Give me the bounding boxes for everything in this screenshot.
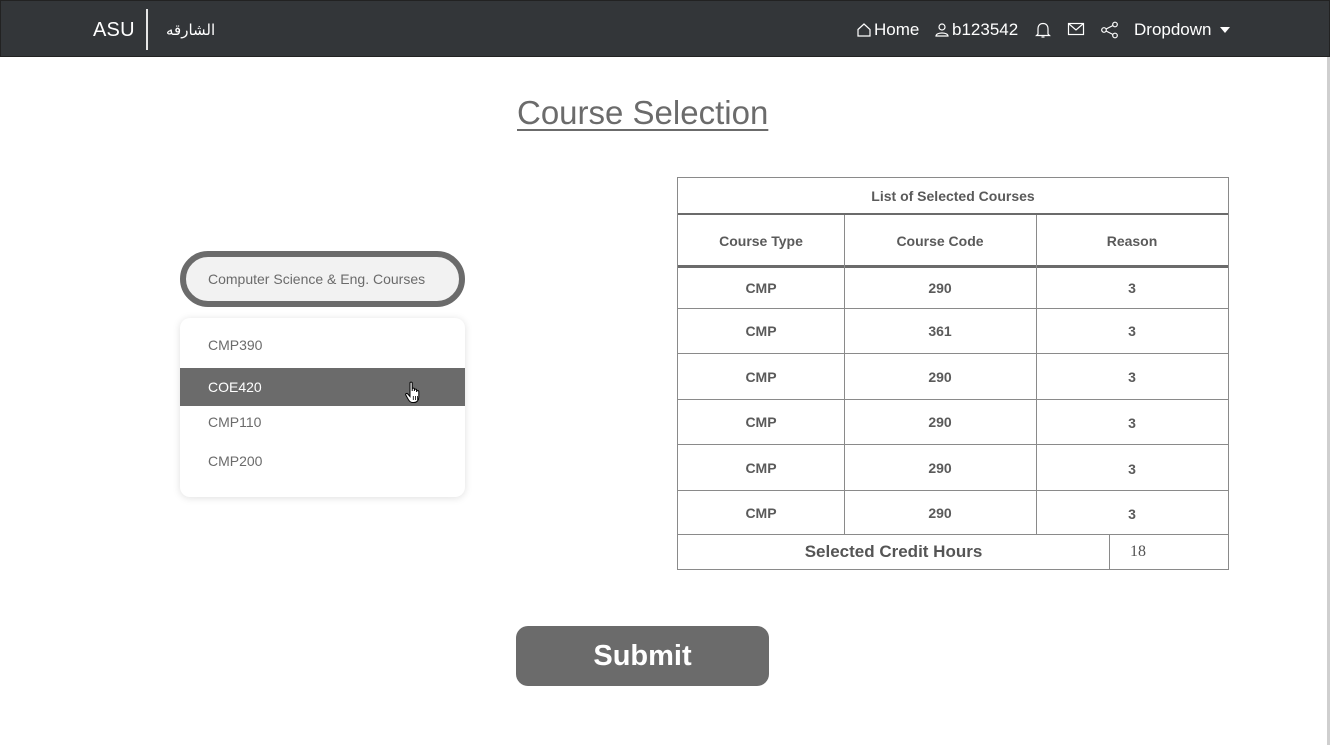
table-cell-reason: 3 — [1128, 505, 1136, 522]
table-cell-reason: 3 — [1128, 368, 1136, 385]
table-cell-type: CMP — [745, 323, 777, 339]
table-cell-code: 290 — [928, 368, 952, 385]
header-reason: Reason — [1106, 232, 1158, 249]
share-icon[interactable] — [1100, 21, 1119, 44]
nav-dropdown-toggle[interactable]: Dropdown — [1134, 20, 1230, 40]
home-icon — [856, 22, 872, 38]
page-title: Course Selection — [517, 94, 769, 131]
bell-icon[interactable] — [1035, 21, 1051, 44]
brand-logo[interactable]: ASU — [93, 19, 135, 42]
nav-home-link[interactable]: Home — [856, 20, 919, 40]
caret-down-icon — [1219, 27, 1230, 33]
table-cell-code: 290 — [928, 414, 952, 430]
table-cell-code: 290 — [928, 504, 952, 521]
table-cell-type: CMP — [745, 414, 777, 430]
option-cmp200[interactable]: CMP200 — [180, 442, 465, 480]
header-course-type: Course Type — [719, 232, 803, 249]
submit-button[interactable]: Submit — [516, 626, 769, 686]
brand-arabic-label: الشارقه — [166, 22, 216, 39]
user-icon — [934, 22, 950, 38]
table-cell-code: 361 — [928, 323, 952, 339]
table-cell-type: CMP — [745, 368, 777, 385]
nav-dropdown-label: Dropdown — [1134, 20, 1212, 39]
mail-icon[interactable] — [1067, 21, 1085, 42]
hand-cursor-icon — [404, 381, 424, 410]
table-cell-reason: 3 — [1128, 460, 1136, 477]
credit-hours-value: 18 — [1109, 534, 1228, 570]
option-cmp390[interactable]: CMP390 — [180, 326, 465, 364]
brand-divider — [146, 9, 148, 50]
top-navbar: ASU الشارقه Home b123542 Dropdown — [0, 0, 1330, 57]
table-caption: List of Selected Courses — [678, 178, 1228, 215]
table-cell-type: CMP — [745, 459, 777, 476]
course-category-select[interactable]: Computer Science & Eng. Courses — [180, 251, 465, 307]
table-cell-code: 290 — [928, 459, 952, 476]
selected-courses-table: List of Selected Courses Course Type Cou… — [677, 177, 1229, 570]
nav-user-label: b123542 — [952, 20, 1019, 39]
nav-user-link[interactable]: b123542 — [934, 20, 1018, 40]
table-cell-reason: 3 — [1128, 323, 1136, 339]
nav-home-label: Home — [874, 20, 920, 39]
header-course-code: Course Code — [896, 232, 984, 249]
credit-hours-label: Selected Credit Hours — [804, 542, 983, 561]
table-cell-type: CMP — [745, 504, 777, 521]
table-cell-reason: 3 — [1128, 280, 1136, 296]
table-cell-reason: 3 — [1128, 415, 1136, 431]
table-cell-type: CMP — [745, 280, 777, 296]
course-category-value: Computer Science & Eng. Courses — [208, 271, 426, 287]
table-cell-code: 290 — [928, 280, 952, 296]
